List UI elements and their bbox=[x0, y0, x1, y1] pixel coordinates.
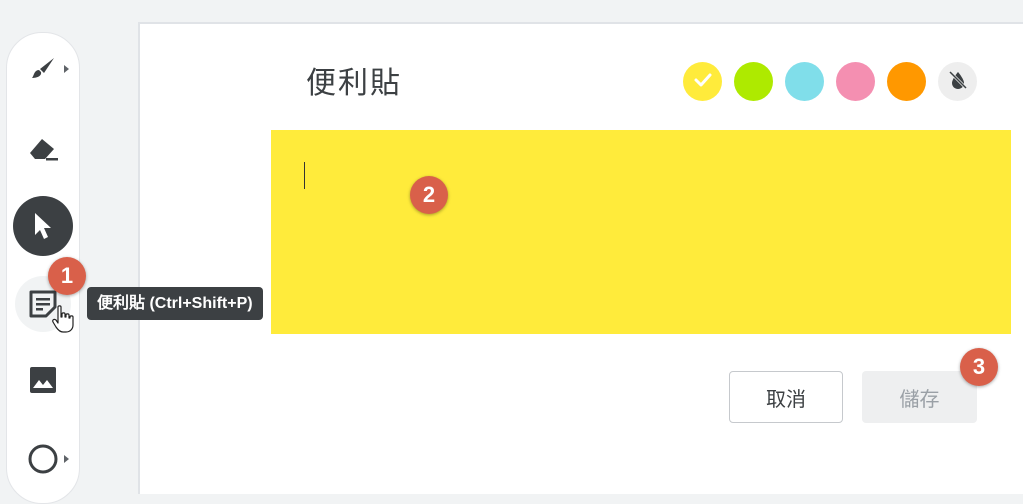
color-swatch-cyan[interactable] bbox=[785, 62, 824, 101]
cursor-icon bbox=[31, 211, 55, 241]
step-marker-2: 2 bbox=[410, 176, 448, 214]
shape-tool-button[interactable] bbox=[7, 439, 79, 479]
pen-icon bbox=[28, 54, 58, 84]
sticky-note-tooltip: 便利貼 (Ctrl+Shift+P) bbox=[87, 287, 263, 320]
no-color-icon bbox=[947, 69, 969, 95]
image-tool-button[interactable] bbox=[7, 360, 79, 400]
pen-tool-button[interactable] bbox=[7, 49, 79, 89]
hand-cursor-icon bbox=[51, 305, 75, 337]
color-swatch-orange[interactable] bbox=[887, 62, 926, 101]
shape-expand-arrow-icon[interactable] bbox=[64, 455, 69, 463]
eraser-icon bbox=[26, 133, 60, 163]
color-swatch-pink[interactable] bbox=[836, 62, 875, 101]
cancel-button[interactable]: 取消 bbox=[729, 371, 843, 423]
eraser-tool-button[interactable] bbox=[7, 128, 79, 168]
color-swatch-yellow[interactable] bbox=[683, 62, 722, 101]
select-tool-button[interactable] bbox=[7, 196, 79, 256]
panel-title: 便利貼 bbox=[306, 66, 402, 101]
step-marker-1: 1 bbox=[48, 257, 86, 295]
step-marker-3: 3 bbox=[960, 348, 998, 386]
text-caret bbox=[304, 162, 305, 189]
image-icon bbox=[29, 366, 57, 394]
pen-expand-arrow-icon[interactable] bbox=[64, 65, 69, 73]
no-color-swatch[interactable] bbox=[938, 62, 977, 101]
color-swatch-green[interactable] bbox=[734, 62, 773, 101]
sticky-note-textarea[interactable] bbox=[271, 130, 1011, 334]
save-button[interactable]: 儲存 bbox=[862, 371, 977, 423]
circle-icon bbox=[27, 443, 59, 475]
check-icon bbox=[692, 69, 714, 95]
